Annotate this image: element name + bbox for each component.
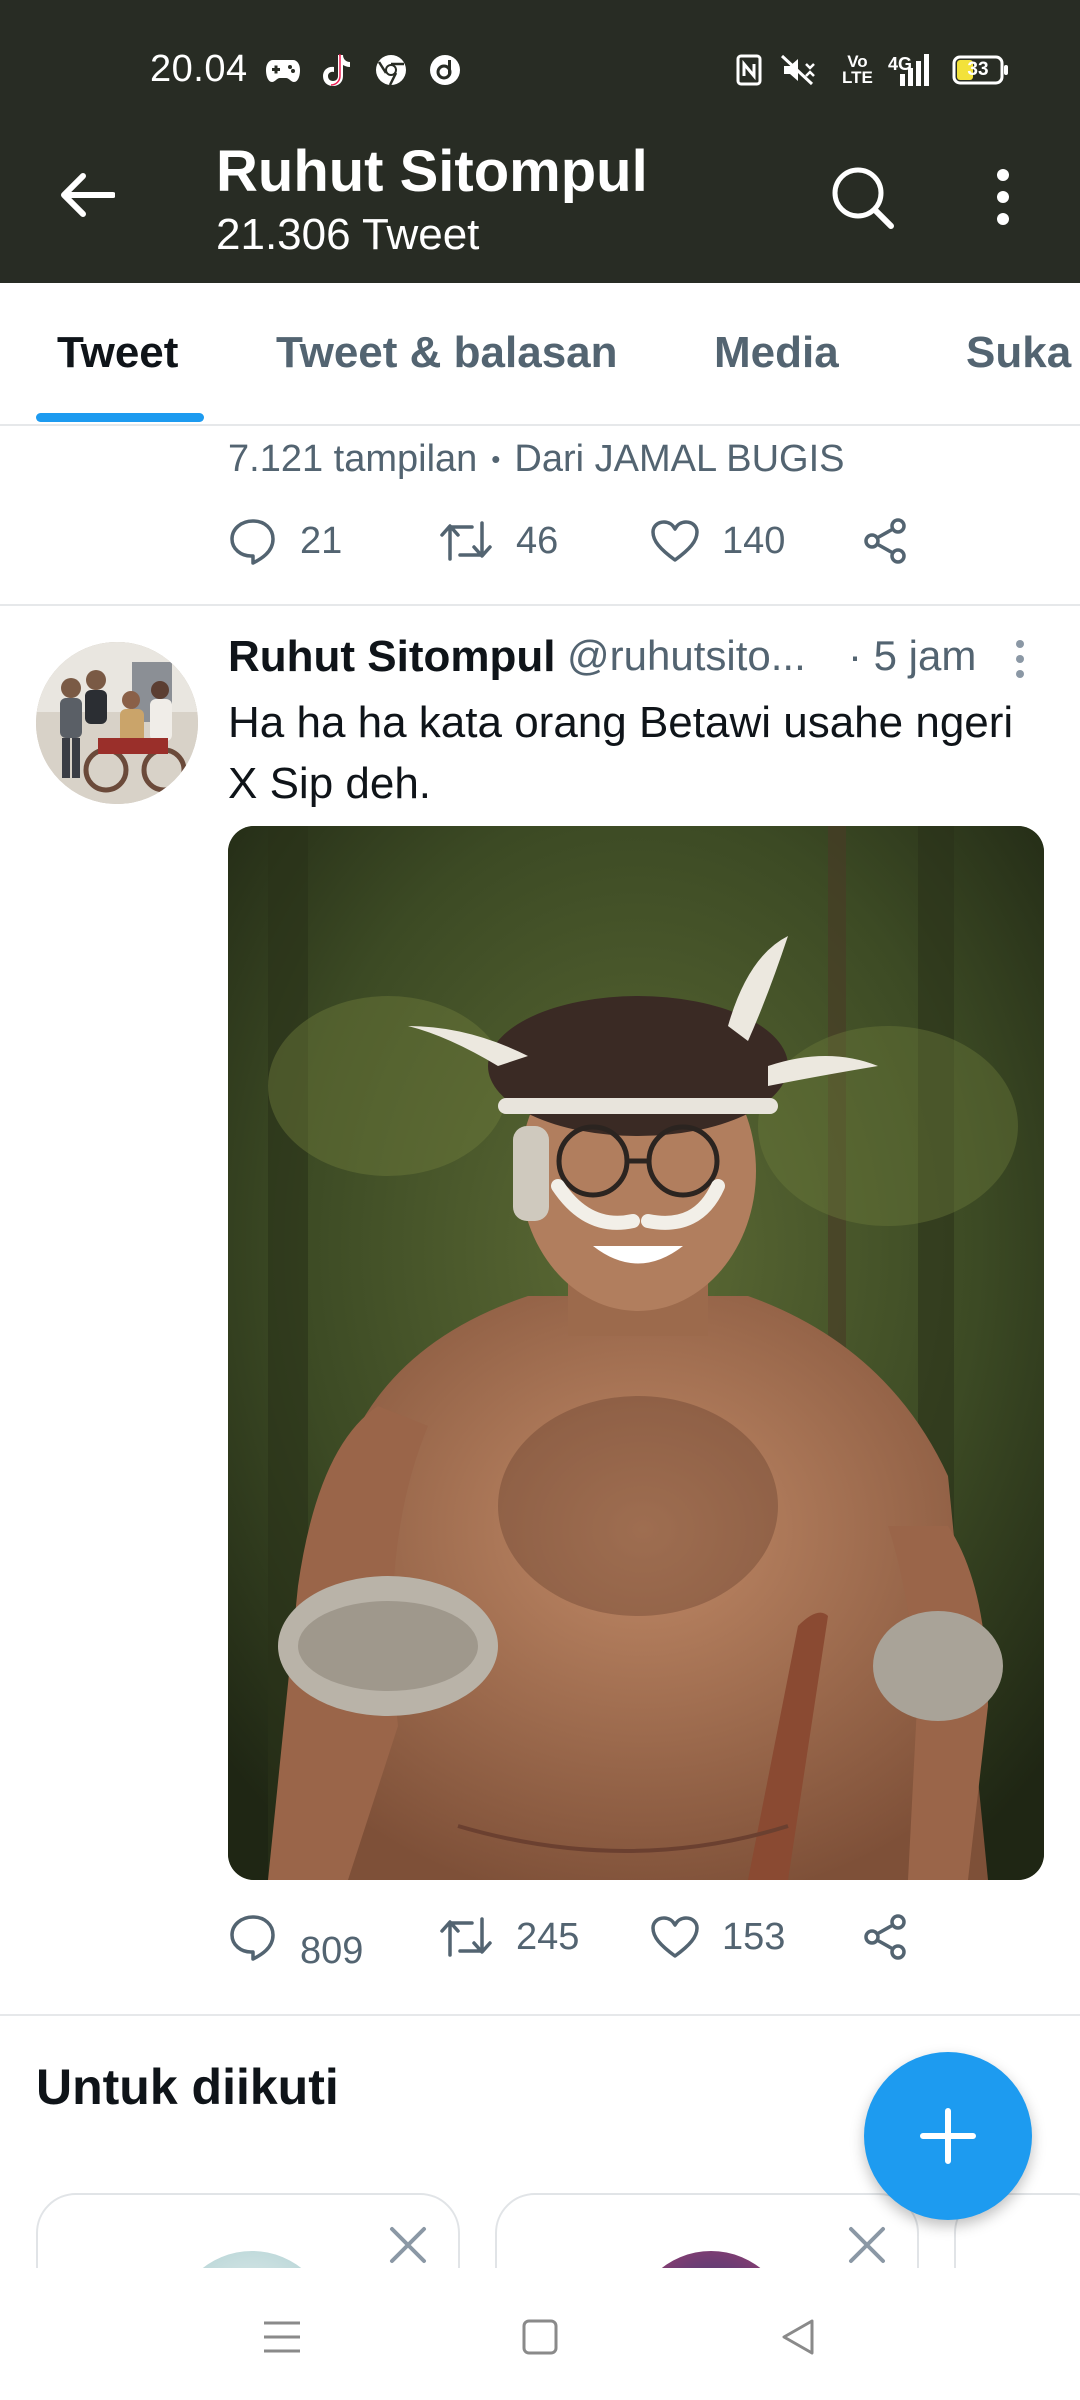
plus-icon [920,2108,976,2164]
tweet-count: 21.306 Tweet [216,210,480,259]
retweet-count: 245 [516,1915,580,1958]
retweet-icon [440,1917,492,1957]
close-icon[interactable] [845,2223,889,2267]
profile-tabs: Tweet Tweet & balasan Media Suka [0,283,1080,426]
tweet-timestamp[interactable]: · 5 jam [848,632,976,680]
tweet-author-handle[interactable]: @ruhutsito... [567,632,806,680]
reply-button[interactable]: 809 [228,1913,438,1972]
arrow-left-icon [61,173,115,217]
network-label: 4G [888,53,913,74]
tab-tweet-replies[interactable]: Tweet & balasan [276,328,618,378]
retweet-count: 46 [516,519,559,562]
like-button[interactable]: 153 [650,1915,860,1959]
tweet-photo[interactable] [228,826,1044,1880]
meta-separator: • [491,444,501,474]
app-header: 20.04 Vo LTE 4G 33 Ruhut Sitompul 21.306… [0,0,1080,283]
kebab-menu-icon [1016,640,1024,678]
tab-likes[interactable]: Suka [966,328,1071,378]
tweet-source[interactable]: Dari JAMAL BUGIS [514,438,844,481]
reply-icon [230,519,275,565]
menu-icon [264,2321,300,2353]
tweet-author-name[interactable]: Ruhut Sitompul [228,632,556,682]
compose-tweet-button[interactable] [864,2052,1032,2220]
search-icon [832,167,894,229]
heart-icon [651,1916,699,1958]
like-count: 153 [722,1915,786,1958]
retweet-icon [440,521,492,561]
reply-button[interactable]: 21 [228,517,438,565]
tweet-actions: 809 245 153 [228,1912,910,1972]
square-icon [522,2319,558,2355]
dana-icon [427,52,463,88]
signal-4g-icon: 4G [888,52,934,88]
status-time: 20.04 [150,48,248,90]
like-button[interactable]: 140 [650,519,860,563]
back-nav-button[interactable] [768,2312,828,2362]
section-divider [0,2014,1080,2016]
who-to-follow-title: Untuk diikuti [36,2059,339,2115]
reply-icon [230,1915,275,1961]
chrome-icon [373,52,409,88]
tweet-text: Ha ha ha kata orang Betawi usahe ngeri X… [228,698,1014,808]
retweet-button[interactable]: 245 [438,1915,650,1959]
back-button[interactable] [52,160,122,230]
share-icon [864,1914,906,1960]
battery-icon: 33 [952,52,1010,88]
tiktok-icon [319,52,355,88]
search-button[interactable] [825,160,899,234]
more-options-button[interactable] [968,160,1038,234]
retweet-button[interactable]: 46 [438,519,650,563]
system-icons: Vo LTE 4G 33 [736,52,1010,88]
status-bar: 20.04 Vo LTE 4G 33 [0,0,1080,130]
share-button[interactable] [860,516,910,566]
share-icon [864,518,906,564]
triangle-back-icon [782,2319,814,2355]
like-count: 140 [722,519,786,562]
active-tab-indicator [36,413,204,422]
notification-icons [265,52,463,88]
reply-count: 809 [300,1929,364,1972]
profile-name: Ruhut Sitompul [216,139,648,204]
recents-button[interactable] [252,2312,312,2362]
views-count: 7.121 tampilan [228,438,478,480]
volte-icon: Vo LTE [842,52,873,87]
previous-tweet-meta: 7.121 tampilan • Dari JAMAL BUGIS [228,438,845,481]
tweet-divider [0,604,1080,606]
avatar[interactable] [36,642,198,804]
gamepad-icon [265,52,301,88]
close-icon[interactable] [386,2223,430,2267]
system-navigation-bar [0,2268,1080,2400]
nfc-icon [736,52,762,88]
kebab-menu-icon [997,169,1009,225]
heart-icon [651,520,699,562]
reply-count: 21 [300,519,343,562]
mute-icon [780,52,824,88]
share-button[interactable] [860,1912,910,1962]
previous-tweet-actions: 21 46 140 [228,516,910,566]
battery-level: 33 [967,59,989,80]
home-button[interactable] [510,2312,570,2362]
tab-tweet[interactable]: Tweet [57,328,178,378]
tweet-more-button[interactable] [1000,634,1040,684]
tab-media[interactable]: Media [714,328,839,378]
